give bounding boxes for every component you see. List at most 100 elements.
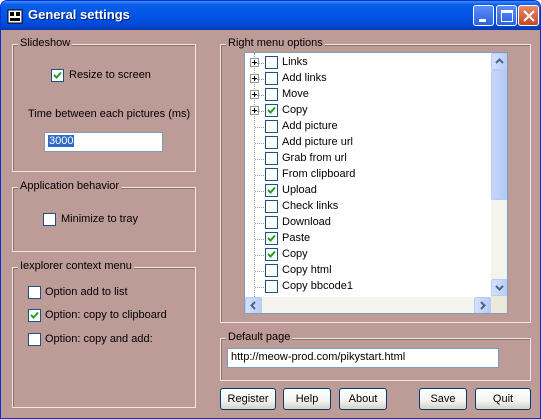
settings-window: General settings Slideshow Resize to scr… xyxy=(0,0,541,419)
tree-item-checkbox[interactable] xyxy=(265,136,278,149)
scroll-left-button[interactable] xyxy=(245,297,262,313)
tree-item-label: Add links xyxy=(282,72,327,84)
tree-item[interactable]: Add picture xyxy=(245,119,491,135)
tree-branch-line xyxy=(255,223,264,224)
maximize-button[interactable] xyxy=(496,5,517,26)
tree-item[interactable]: Check links xyxy=(245,199,491,215)
scrollbar-corner xyxy=(491,296,507,313)
tree-branch-line xyxy=(255,255,264,256)
option-add-to-list-label: Option add to list xyxy=(45,286,128,298)
option-add-to-list-checkbox[interactable] xyxy=(28,286,41,299)
tree-item-checkbox[interactable] xyxy=(265,72,278,85)
tree-vertical-scrollbar[interactable] xyxy=(491,53,507,296)
tree-item-label: Grab from url xyxy=(282,152,347,164)
tree-item-checkbox[interactable] xyxy=(265,216,278,229)
tree-item-label: Copy html xyxy=(282,264,332,276)
resize-to-screen-checkbox[interactable] xyxy=(51,69,64,82)
tree-item[interactable]: Paste xyxy=(245,231,491,247)
register-button[interactable]: Register xyxy=(220,388,276,410)
tree-item-checkbox[interactable] xyxy=(265,56,278,69)
tree-item-checkbox[interactable] xyxy=(265,264,278,277)
checkmark-icon xyxy=(267,186,276,194)
right-menu-tree[interactable]: Links Add links Move Copy Add picture Add pic… xyxy=(244,52,508,314)
vertical-scroll-thumb[interactable] xyxy=(491,70,507,200)
tree-item-checkbox[interactable] xyxy=(265,88,278,101)
tree-item-label: Move xyxy=(282,88,309,100)
tree-branch-line xyxy=(255,111,264,112)
arrow-up-icon xyxy=(495,58,504,64)
arrow-right-icon xyxy=(480,301,486,310)
right-menu-options-group-title: Right menu options xyxy=(226,37,325,49)
tree-item-label: Copy xyxy=(282,104,308,116)
tree-branch-line xyxy=(255,271,264,272)
tree-item[interactable]: Add picture url xyxy=(245,135,491,151)
save-button[interactable]: Save xyxy=(419,388,467,410)
tree-item-label: Links xyxy=(282,56,308,68)
close-button[interactable] xyxy=(518,5,539,26)
checkmark-icon xyxy=(267,106,276,114)
tree-item-label: Download xyxy=(282,216,331,228)
time-between-pictures-input[interactable]: 3000 xyxy=(44,132,163,152)
tree-branch-line xyxy=(255,207,264,208)
tree-item[interactable]: From clipboard xyxy=(245,167,491,183)
option-copy-to-clipboard-label: Option: copy to clipboard xyxy=(45,309,167,321)
title-bar[interactable]: General settings xyxy=(1,1,540,30)
arrow-left-icon xyxy=(250,301,256,310)
tree-item-checkbox[interactable] xyxy=(265,200,278,213)
tree-item[interactable]: Copy bbcode1 xyxy=(245,279,491,295)
about-button[interactable]: About xyxy=(339,388,387,410)
default-page-group-title: Default page xyxy=(226,331,293,343)
scroll-down-button[interactable] xyxy=(491,279,507,296)
tree-item-label: From clipboard xyxy=(282,168,356,180)
arrow-down-icon xyxy=(495,285,504,291)
scroll-right-button[interactable] xyxy=(474,297,491,313)
slideshow-group-title: Slideshow xyxy=(18,37,73,49)
tree-item[interactable]: Copy html xyxy=(245,263,491,279)
help-button[interactable]: Help xyxy=(283,388,331,410)
tree-branch-line xyxy=(255,127,264,128)
tree-branch-line xyxy=(255,191,264,192)
resize-to-screen-label: Resize to screen xyxy=(69,69,151,81)
tree-item-checkbox[interactable] xyxy=(265,120,278,133)
application-behavior-group-title: Application behavior xyxy=(18,180,122,192)
tree-item-checkbox[interactable] xyxy=(265,184,278,197)
time-between-pictures-label: Time between each pictures (ms) xyxy=(28,108,191,120)
tree-item[interactable]: Add links xyxy=(245,71,491,87)
tree-horizontal-scrollbar[interactable] xyxy=(245,297,491,313)
iexplorer-context-menu-group-title: Iexplorer context menu xyxy=(18,260,134,272)
tree-branch-line xyxy=(255,175,264,176)
minimize-to-tray-checkbox[interactable] xyxy=(43,213,56,226)
option-copy-and-add-checkbox[interactable] xyxy=(28,333,41,346)
tree-branch-line xyxy=(255,63,264,64)
checkmark-icon xyxy=(53,71,62,79)
default-page-url-value: http://meow-prod.com/pikystart.html xyxy=(231,351,406,363)
tree-item-checkbox[interactable] xyxy=(265,232,278,245)
option-copy-and-add-label: Option: copy and add: xyxy=(45,333,153,345)
tree-item[interactable]: Upload xyxy=(245,183,491,199)
tree-item-checkbox[interactable] xyxy=(265,152,278,165)
tree-item-checkbox[interactable] xyxy=(265,280,278,293)
minimize-button[interactable] xyxy=(473,5,494,26)
quit-button[interactable]: Quit xyxy=(475,388,531,410)
tree-item-checkbox[interactable] xyxy=(265,248,278,261)
tree-item-checkbox[interactable] xyxy=(265,168,278,181)
app-icon xyxy=(7,9,23,24)
tree-branch-line xyxy=(255,143,264,144)
scroll-up-button[interactable] xyxy=(491,53,507,70)
tree-item-label: Add picture xyxy=(282,120,338,132)
option-copy-to-clipboard-checkbox[interactable] xyxy=(28,309,41,322)
tree-branch-line xyxy=(255,79,264,80)
tree-item-label: Copy bbcode1 xyxy=(282,280,353,292)
tree-item-label: Upload xyxy=(282,184,317,196)
tree-item[interactable]: Move xyxy=(245,87,491,103)
tree-item[interactable]: Links xyxy=(245,55,491,71)
tree-item-label: Paste xyxy=(282,232,311,244)
tree-item[interactable]: Copy xyxy=(245,103,491,119)
tree-item[interactable]: Copy xyxy=(245,247,491,263)
tree-item-checkbox[interactable] xyxy=(265,104,278,117)
tree-item[interactable]: Grab from url xyxy=(245,151,491,167)
tree-item[interactable]: Download xyxy=(245,215,491,231)
default-page-url-input[interactable]: http://meow-prod.com/pikystart.html xyxy=(227,348,499,368)
tree-branch-line xyxy=(255,159,264,160)
tree-branch-line xyxy=(255,239,264,240)
